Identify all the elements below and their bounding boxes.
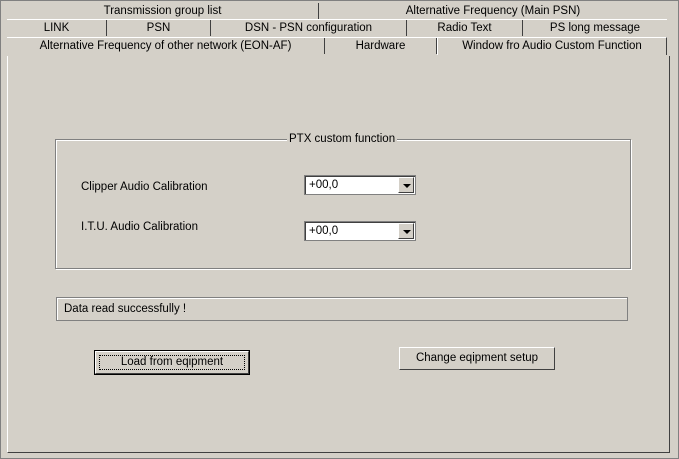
- chevron-down-icon[interactable]: [398, 223, 414, 239]
- clipper-audio-calibration-value: +00,0: [309, 179, 339, 191]
- load-from-equipment-button[interactable]: Load from eqipment: [94, 350, 250, 375]
- change-equipment-setup-label: Change eqipment setup: [415, 352, 539, 364]
- tab-alternative-frequency-eon-af[interactable]: Alternative Frequency of other network (…: [7, 38, 325, 54]
- chevron-down-icon[interactable]: [398, 177, 414, 193]
- tab-psn[interactable]: PSN: [107, 20, 211, 36]
- itu-audio-calibration-select[interactable]: +00,0: [304, 221, 416, 241]
- status-text: Data read successfully !: [64, 303, 187, 315]
- itu-audio-calibration-label: I.T.U. Audio Calibration: [81, 221, 198, 233]
- group-title: PTX custom function: [287, 133, 398, 145]
- clipper-audio-calibration-label: Clipper Audio Calibration: [81, 181, 208, 193]
- tab-dsn-psn-configuration[interactable]: DSN - PSN configuration: [211, 20, 407, 36]
- tab-hardware[interactable]: Hardware: [325, 38, 437, 54]
- itu-audio-calibration-value: +00,0: [309, 225, 339, 237]
- tab-transmission-group-list[interactable]: Transmission group list: [7, 3, 319, 19]
- tab-alternative-frequency-main-psn[interactable]: Alternative Frequency (Main PSN): [319, 3, 667, 19]
- change-equipment-setup-button[interactable]: Change eqipment setup: [399, 347, 555, 370]
- tab-window-audio-custom-function[interactable]: Window fro Audio Custom Function: [437, 37, 667, 55]
- ptx-custom-function-group: [55, 139, 631, 269]
- status-field: Data read successfully !: [56, 297, 628, 321]
- clipper-audio-calibration-select[interactable]: +00,0: [304, 175, 416, 195]
- tab-row-top: Transmission group list Alternative Freq…: [7, 3, 667, 19]
- tab-ps-long-message[interactable]: PS long message: [523, 20, 667, 36]
- tab-link[interactable]: LINK: [7, 20, 107, 36]
- focus-rectangle: [99, 355, 245, 370]
- window-frame: Transmission group list Alternative Freq…: [0, 0, 679, 459]
- tab-row-bottom: Alternative Frequency of other network (…: [7, 37, 667, 55]
- tab-radio-text[interactable]: Radio Text: [407, 20, 523, 36]
- tab-row-middle: LINK PSN DSN - PSN configuration Radio T…: [7, 20, 667, 36]
